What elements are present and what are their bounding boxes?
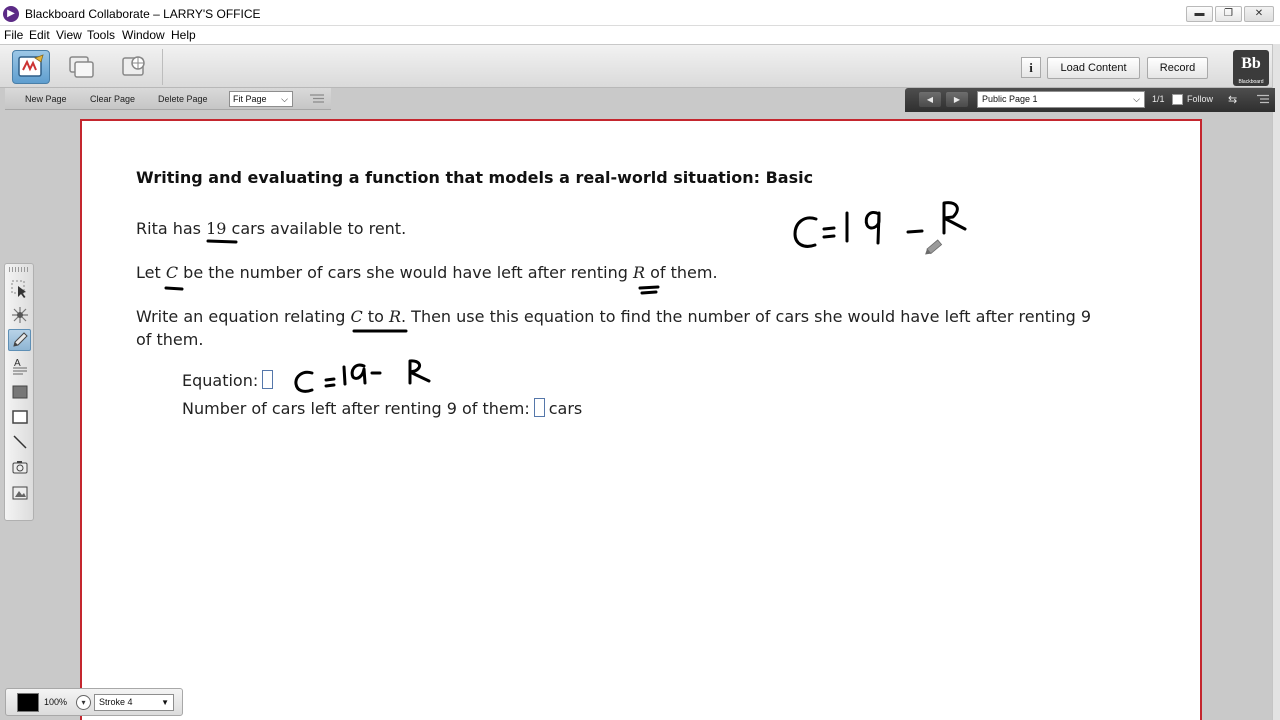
ink-c-eq [294,370,314,393]
stroke-width-value: Stroke 4 [99,697,133,707]
load-content-button[interactable]: Load Content [1047,57,1140,79]
chevron-down-icon: ⌵ [1133,94,1140,104]
zoom-select[interactable]: Fit Page ⌵ [229,91,293,107]
zoom-value: Fit Page [233,94,267,104]
right-scrollbar[interactable] [1272,44,1280,720]
whiteboard-page[interactable]: Writing and evaluating a function that m… [80,119,1202,720]
menu-view[interactable]: View [56,28,82,42]
rectangle-icon [11,410,28,424]
tool-palette: A [4,263,34,521]
logo-text: Bb [1241,55,1261,72]
opacity-dropdown-button[interactable]: ▾ [76,695,91,710]
chevron-down-icon: ▼ [161,698,169,707]
close-button[interactable]: ✕ [1244,6,1274,22]
follow-label: Follow [1187,94,1214,104]
info-button[interactable]: i [1021,57,1041,78]
ink-underline-19 [206,239,238,244]
maximize-button[interactable]: ❐ [1215,6,1242,22]
previous-page-button[interactable]: ◀ [919,92,941,107]
app-share-view-button[interactable] [62,50,100,84]
web-tour-view-button[interactable] [115,50,153,84]
filled-shape-tool-button[interactable] [8,381,31,403]
new-page-button[interactable]: New Page [25,94,67,104]
swap-arrows-icon[interactable]: ⇆ [1228,93,1237,106]
ink-nine-top [864,210,881,245]
page-options-icon[interactable] [310,93,324,104]
page-navigation-bar: ◀ ▶ Public Page 1 ⌵ 1/1 Follow ⇆ [905,88,1275,112]
menu-edit[interactable]: Edit [29,28,50,42]
menu-window[interactable]: Window [122,28,165,42]
ink-annotations [164,201,967,393]
camera-icon [12,461,27,474]
page-select-value: Public Page 1 [982,94,1038,104]
web-tour-icon [122,56,145,76]
pencil-icon [12,332,28,347]
app-share-icon [69,56,94,78]
ink-underline-c [164,286,184,291]
opacity-value[interactable]: 100% [44,697,67,707]
ink-c-top [793,216,818,248]
color-picker-swatch[interactable] [17,693,39,712]
line-icon [12,435,27,449]
pointer-sparkle-icon [11,307,28,323]
ink-equals-eq [324,377,336,388]
selection-tool-button[interactable] [8,278,31,300]
collaborate-app-icon: ▶ [3,6,19,22]
svg-text:A: A [14,358,21,369]
chevron-down-icon: ⌵ [281,94,288,104]
page-toolbar: New Page Clear Page Delete Page Fit Page… [5,88,331,110]
ink-underline-r [638,285,660,295]
page-count: 1/1 [1152,94,1165,104]
clear-page-button[interactable]: Clear Page [90,94,135,104]
ink-equals-top [822,226,836,239]
menu-tools[interactable]: Tools [87,28,115,42]
line-tool-button[interactable] [8,431,31,453]
menu-bar: File Edit View Tools Window Help [0,26,1280,44]
clipart-image-icon [12,486,27,500]
stroke-properties-bar: 100% ▾ Stroke 4 ▼ [5,688,183,716]
shape-tool-button[interactable] [8,406,31,428]
record-button[interactable]: Record [1147,57,1208,79]
palette-grip[interactable] [9,267,29,272]
pencil-cursor-icon [925,239,943,255]
pointer-tool-button[interactable] [8,304,31,326]
ink-r-top [942,201,967,235]
screenshot-tool-button[interactable] [8,456,31,478]
text-tool-button[interactable]: A [8,355,31,377]
blackboard-logo: Bb Blackboard [1233,50,1269,86]
delete-page-button[interactable]: Delete Page [158,94,208,104]
menu-file[interactable]: File [4,28,23,42]
text-tool-icon: A [12,358,27,375]
ink-minus-top [906,229,924,234]
minimize-button[interactable]: ▬ [1186,6,1213,22]
follow-checkbox[interactable] [1172,94,1183,105]
nav-options-icon[interactable] [1257,94,1269,104]
pen-tool-button[interactable] [8,329,31,351]
ink-one-eq [342,365,347,386]
menu-help[interactable]: Help [171,28,196,42]
stroke-width-select[interactable]: Stroke 4 ▼ [94,694,174,711]
ink-r-eq [408,359,431,385]
logo-caption: Blackboard [1238,79,1264,85]
main-toolbar: i Load Content Record Bb Blackboard [0,44,1280,88]
whiteboard-icon [18,54,44,77]
toolbar-divider [162,49,163,85]
page-select[interactable]: Public Page 1 ⌵ [977,91,1145,108]
whiteboard-view-button[interactable] [12,50,50,84]
next-page-button[interactable]: ▶ [946,92,968,107]
select-arrow-icon [11,280,26,298]
title-bar: ▶ Blackboard Collaborate – LARRY'S OFFIC… [0,0,1280,26]
clipart-tool-button[interactable] [8,482,31,504]
window-title: Blackboard Collaborate – LARRY'S OFFICE [25,7,261,21]
ink-nine-eq [350,363,367,385]
filled-rectangle-icon [12,385,27,399]
